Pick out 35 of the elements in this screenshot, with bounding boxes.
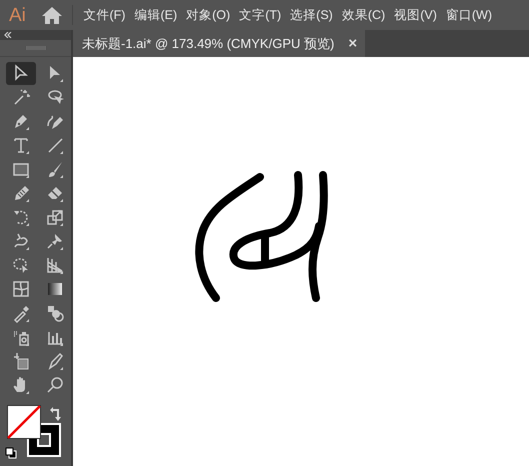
menu-item[interactable]: 效果(C) xyxy=(337,6,390,24)
warp-icon xyxy=(12,232,30,251)
grip-icon[interactable] xyxy=(26,46,46,50)
selection-tool[interactable] xyxy=(6,62,36,85)
close-button[interactable]: × xyxy=(348,36,358,51)
mesh-icon xyxy=(12,280,30,299)
menu-item[interactable]: 选择(S) xyxy=(286,6,338,24)
rotate-icon xyxy=(12,208,30,227)
perspective-grid-icon xyxy=(46,256,64,275)
menu-item[interactable]: 视图(V) xyxy=(390,6,442,24)
document-tab[interactable]: 未标题-1.ai* @ 173.49% (CMYK/GPU 预览) × xyxy=(73,30,366,57)
menu-item[interactable]: 窗口(W) xyxy=(441,6,496,24)
pushpin-icon xyxy=(46,232,64,251)
hand-icon xyxy=(12,376,30,395)
fill-stroke-swatches-icon[interactable] xyxy=(7,405,61,457)
swap-icon[interactable] xyxy=(50,407,62,421)
eraser-icon xyxy=(46,184,64,203)
text-icon xyxy=(12,136,30,155)
menu-item[interactable]: 编辑(E) xyxy=(130,6,182,24)
menu-item[interactable]: 文字(T) xyxy=(234,6,286,24)
magnifier-icon xyxy=(46,376,64,395)
magic-wand-icon xyxy=(12,88,30,107)
free-transform-icon xyxy=(12,256,30,275)
tab-title[interactable]: 未标题-1.ai* @ 173.49% (CMYK/GPU 预览) xyxy=(82,34,334,54)
blend-icon xyxy=(46,304,64,323)
home-icon[interactable] xyxy=(42,6,62,24)
artboard-icon xyxy=(12,352,30,371)
eyedropper-icon xyxy=(12,304,30,323)
app-logo: Ai xyxy=(8,6,27,24)
default-colors-icon[interactable] xyxy=(5,447,17,459)
line-icon xyxy=(46,136,64,155)
menu-item[interactable]: 文件(F) xyxy=(79,6,130,24)
collapse-icon[interactable] xyxy=(4,32,12,38)
menu-item[interactable]: 对象(O) xyxy=(182,6,235,24)
scale-icon xyxy=(46,208,64,227)
